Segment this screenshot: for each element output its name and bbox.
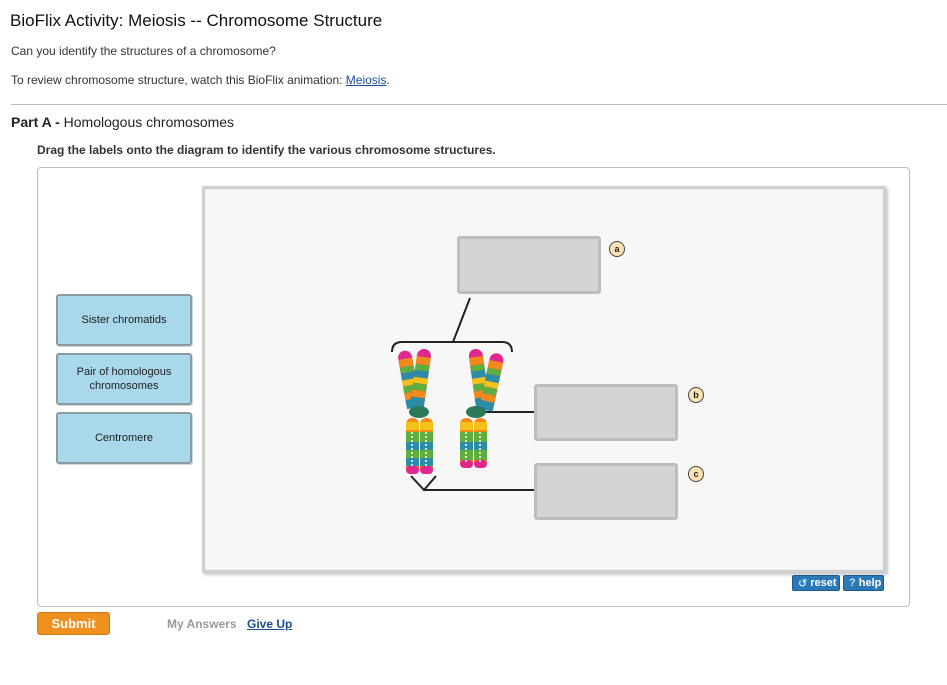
question-icon: ? <box>849 577 856 589</box>
chromosome-right <box>460 348 504 468</box>
review-text: To review chromosome structure, watch th… <box>11 73 390 87</box>
part-heading: Part A - Homologous chromosomes <box>11 114 234 130</box>
review-prefix: To review chromosome structure, watch th… <box>11 73 346 87</box>
submit-button[interactable]: Submit <box>37 612 110 635</box>
drop-target-b[interactable] <box>534 384 678 441</box>
instructions: Drag the labels onto the diagram to iden… <box>37 143 496 157</box>
label-centromere[interactable]: Centromere <box>56 412 192 464</box>
question-text: Can you identify the structures of a chr… <box>11 44 276 58</box>
drop-target-a[interactable] <box>457 236 601 294</box>
label-sister-chromatids[interactable]: Sister chromatids <box>56 294 192 346</box>
page-title: BioFlix Activity: Meiosis -- Chromosome … <box>10 11 383 30</box>
meiosis-link[interactable]: Meiosis <box>346 73 387 87</box>
pair-bracket <box>391 341 513 353</box>
label-homologous-pair[interactable]: Pair of homologous chromosomes <box>56 353 192 405</box>
drop-target-c[interactable] <box>534 463 678 520</box>
divider <box>11 104 947 105</box>
marker-a: a <box>609 241 625 257</box>
leader-line-c <box>410 475 534 492</box>
marker-c: c <box>688 466 704 482</box>
chromosome-left <box>398 348 433 474</box>
refresh-icon: ↺ <box>798 577 808 590</box>
review-suffix: . <box>386 73 390 87</box>
reset-button[interactable]: ↺ reset <box>792 575 840 591</box>
part-title: Homologous chromosomes <box>63 114 235 130</box>
give-up-link[interactable]: Give Up <box>247 617 292 631</box>
leader-line-a <box>452 297 471 343</box>
my-answers-label: My Answers <box>167 617 237 631</box>
help-label: help <box>858 577 882 589</box>
reset-label: reset <box>810 577 837 589</box>
marker-b: b <box>688 387 704 403</box>
chromosome-diagram <box>391 297 534 492</box>
help-button[interactable]: ? help <box>843 575 884 591</box>
part-label: Part A - <box>11 114 64 130</box>
